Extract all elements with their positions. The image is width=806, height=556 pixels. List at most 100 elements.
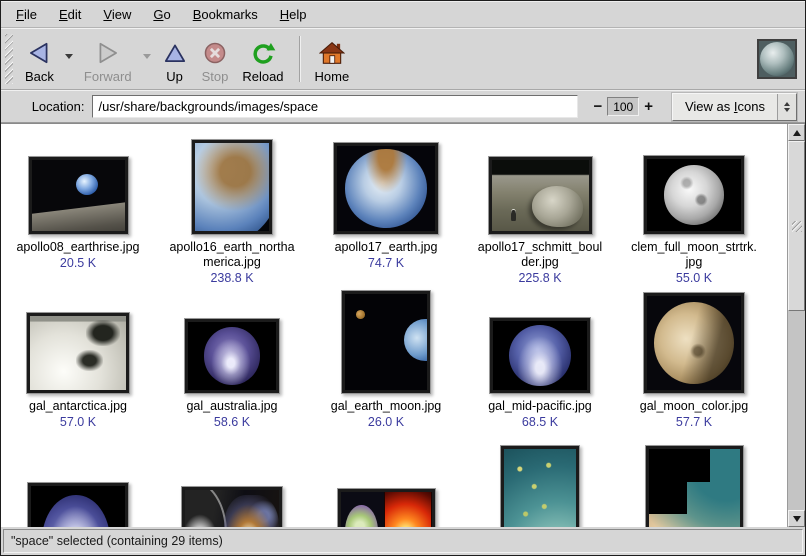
file-manager-window: FileEditViewGoBookmarksHelp Back Forward…: [0, 0, 806, 556]
stop-button: Stop: [195, 30, 236, 88]
file-thumbnail-wrap: [181, 443, 283, 527]
menu-item-bookmarks[interactable]: Bookmarks: [182, 3, 269, 26]
file-thumbnail-wrap: [645, 443, 744, 527]
chevron-down-icon: [143, 54, 151, 59]
file-item[interactable]: apollo17_earth.jpg 74.7 K: [309, 135, 463, 286]
reload-icon: [250, 38, 276, 68]
file-thumbnail-wrap: [643, 290, 745, 394]
file-item[interactable]: gal_antarctica.jpg 57.0 K: [1, 290, 155, 430]
icon-grid-row: gal_antarctica.jpg 57.0 K gal_australia.…: [1, 290, 771, 430]
thumbnail-image: [32, 160, 125, 231]
reload-button[interactable]: Reload: [235, 30, 290, 88]
view-mode-dropdown[interactable]: View as Icons: [672, 93, 797, 121]
file-item[interactable]: gal_australia.jpg 58.6 K: [155, 290, 309, 430]
file-item[interactable]: [617, 443, 771, 527]
icon-grid-row: [1, 443, 771, 527]
home-button[interactable]: Home: [308, 30, 357, 88]
scrollbar-track[interactable]: [788, 311, 805, 510]
vertical-scrollbar: [787, 124, 805, 527]
file-name-label: gal_earth_moon.jpg: [331, 399, 442, 414]
zoom-control: − 100 +: [588, 97, 658, 116]
file-thumbnail: [181, 486, 283, 527]
menu-item-file[interactable]: File: [5, 3, 48, 26]
file-name-label: gal_mid-pacific.jpg: [488, 399, 592, 414]
file-thumbnail: [643, 155, 745, 235]
status-bar: "space" selected (containing 29 items): [1, 527, 805, 555]
thumbnail-image: [504, 449, 576, 527]
content-area: apollo08_earthrise.jpg 20.5 K apollo16_e…: [1, 123, 805, 527]
file-thumbnail: [191, 139, 273, 235]
file-item[interactable]: apollo16_earth_northamerica.jpg 238.8 K: [155, 135, 309, 286]
file-size-label: 68.5 K: [522, 415, 558, 430]
chevron-down-icon: [65, 54, 73, 59]
scroll-up-button[interactable]: [788, 124, 805, 141]
thumbnail-image: [195, 143, 269, 231]
menu-item-edit[interactable]: Edit: [48, 3, 92, 26]
file-thumbnail: [184, 318, 280, 394]
file-thumbnail: [341, 290, 431, 394]
file-size-label: 55.0 K: [676, 271, 712, 286]
file-name-label: apollo16_earth_northamerica.jpg: [169, 240, 294, 270]
back-button[interactable]: Back: [18, 30, 61, 88]
up-label: Up: [166, 69, 183, 84]
zoom-level-indicator[interactable]: 100: [607, 97, 639, 116]
location-label: Location:: [32, 99, 85, 114]
thumbnail-image: [185, 490, 279, 527]
file-thumbnail: [337, 488, 436, 527]
menu-item-view[interactable]: View: [92, 3, 142, 26]
menu-item-go[interactable]: Go: [142, 3, 181, 26]
file-item[interactable]: gal_mid-pacific.jpg 68.5 K: [463, 290, 617, 430]
location-input[interactable]: [92, 95, 578, 118]
thumbnail-image: [649, 449, 740, 527]
file-size-label: 58.6 K: [214, 415, 250, 430]
file-thumbnail-wrap: [337, 443, 436, 527]
up-button[interactable]: Up: [155, 30, 195, 88]
location-bar: Location: − 100 + View as Icons: [1, 90, 805, 123]
icon-view-canvas[interactable]: apollo08_earthrise.jpg 20.5 K apollo16_e…: [1, 124, 787, 527]
stop-icon: [202, 38, 228, 68]
file-item[interactable]: [1, 443, 155, 527]
thumbnail-image: [493, 321, 587, 390]
toolbar: Back Forward Up Stop Reload: [1, 28, 805, 90]
file-item[interactable]: apollo08_earthrise.jpg 20.5 K: [1, 135, 155, 286]
home-label: Home: [315, 69, 350, 84]
menu-item-help[interactable]: Help: [269, 3, 318, 26]
thumbnail-image: [492, 160, 589, 231]
file-item[interactable]: gal_moon_color.jpg 57.7 K: [617, 290, 771, 430]
status-text: "space" selected (containing 29 items): [3, 529, 803, 553]
file-name-label: apollo17_earth.jpg: [335, 240, 438, 255]
scroll-down-button[interactable]: [788, 510, 805, 527]
file-thumbnail: [643, 292, 745, 394]
thumbnail-image: [31, 486, 125, 527]
file-item[interactable]: clem_full_moon_strtrk.jpg 55.0 K: [617, 135, 771, 286]
file-size-label: 26.0 K: [368, 415, 404, 430]
file-thumbnail: [488, 156, 593, 235]
file-size-label: 225.8 K: [518, 271, 561, 286]
thumbnail-image: [337, 146, 435, 231]
file-thumbnail-wrap: [500, 443, 580, 527]
home-icon: [319, 38, 345, 68]
file-name-label: gal_moon_color.jpg: [640, 399, 748, 414]
scrollbar-thumb[interactable]: [788, 141, 805, 311]
back-history-dropdown[interactable]: [61, 30, 77, 88]
thumbnail-image: [341, 492, 432, 527]
file-name-label: apollo17_schmitt_boulder.jpg: [478, 240, 602, 270]
file-item[interactable]: gal_earth_moon.jpg 26.0 K: [309, 290, 463, 430]
back-label: Back: [25, 69, 54, 84]
file-item[interactable]: [463, 443, 617, 527]
file-name-label: apollo08_earthrise.jpg: [16, 240, 139, 255]
file-thumbnail-wrap: [191, 135, 273, 235]
file-thumbnail-wrap: [341, 290, 431, 394]
file-name-label: gal_australia.jpg: [186, 399, 277, 414]
toolbar-drag-handle[interactable]: [5, 34, 13, 84]
zoom-in-button[interactable]: +: [639, 98, 658, 116]
file-name-label: clem_full_moon_strtrk.jpg: [631, 240, 757, 270]
file-item[interactable]: [309, 443, 463, 527]
file-item[interactable]: [155, 443, 309, 527]
file-thumbnail-wrap: [28, 135, 129, 235]
file-item[interactable]: apollo17_schmitt_boulder.jpg 225.8 K: [463, 135, 617, 286]
forward-label: Forward: [84, 69, 132, 84]
file-thumbnail: [489, 317, 591, 394]
zoom-out-button[interactable]: −: [588, 98, 607, 116]
thumbnail-image: [188, 322, 276, 390]
